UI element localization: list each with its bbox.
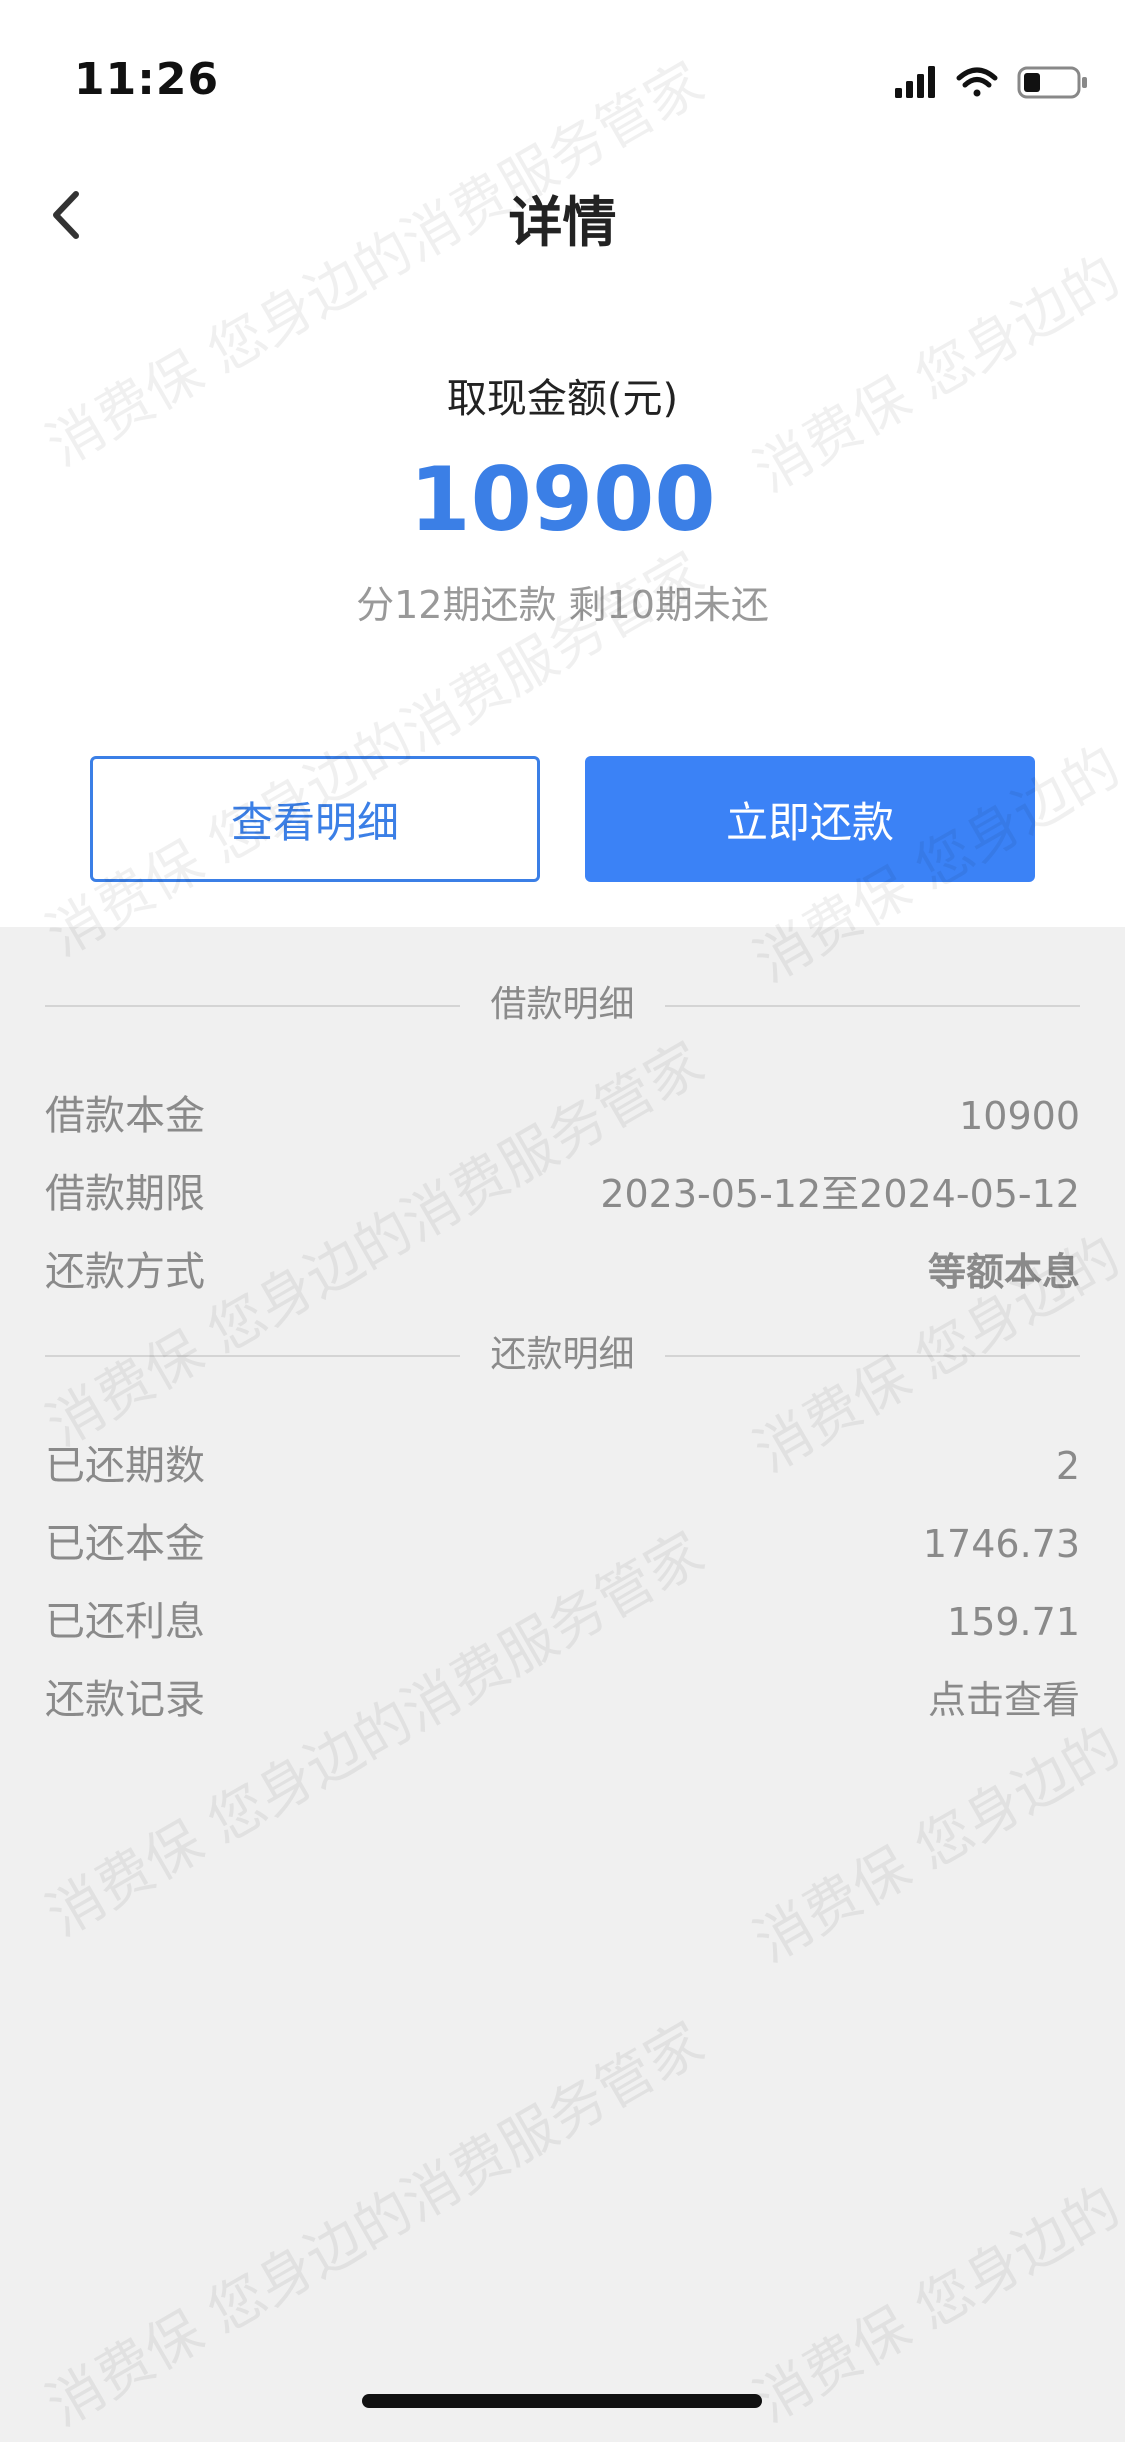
status-time: 11:26 bbox=[74, 54, 220, 105]
view-details-button[interactable]: 查看明细 bbox=[90, 756, 540, 882]
row-label: 已还本金 bbox=[45, 1521, 205, 1567]
header-panel: 11:26 详情 取现金额(元) 10900 分12期还款 剩10期未还 查看明… bbox=[0, 0, 1125, 927]
watermark: 消费保 您身边的消费服务管家 bbox=[36, 1520, 715, 1950]
row-label: 已还期数 bbox=[45, 1443, 205, 1489]
watermark: 消费保 您身边的消费服务管家 bbox=[36, 2010, 715, 2440]
installment-info: 分12期还款 剩10期未还 bbox=[356, 583, 769, 627]
view-records-link[interactable]: 点击查看 bbox=[928, 1670, 1080, 1730]
row-value: 159.71 bbox=[947, 1600, 1080, 1644]
status-icons bbox=[895, 66, 1087, 99]
repay-now-button[interactable]: 立即还款 bbox=[585, 756, 1035, 882]
page-title: 详情 bbox=[508, 191, 617, 254]
row-value: 等额本息 bbox=[927, 1250, 1080, 1294]
detail-row-method: 还款方式 等额本息 bbox=[45, 1242, 1080, 1302]
detail-row-repayment-records[interactable]: 还款记录 点击查看 bbox=[45, 1670, 1080, 1730]
loan-details-divider: 借款明细 bbox=[45, 980, 1080, 1030]
watermark: 消费保 您身边的 bbox=[743, 2174, 1125, 2436]
row-value: 10900 bbox=[959, 1094, 1080, 1138]
row-label: 借款期限 bbox=[45, 1171, 205, 1217]
detail-row-paid-interest: 已还利息 159.71 bbox=[45, 1592, 1080, 1652]
section-title: 还款明细 bbox=[490, 1334, 635, 1375]
detail-row-paid-principal: 已还本金 1746.73 bbox=[45, 1514, 1080, 1574]
battery-icon bbox=[1017, 66, 1087, 99]
detail-row-term: 借款期限 2023-05-12至2024-05-12 bbox=[45, 1164, 1080, 1224]
row-value: 2 bbox=[1055, 1444, 1080, 1488]
row-label: 还款方式 bbox=[45, 1249, 205, 1295]
row-label: 已还利息 bbox=[45, 1599, 205, 1645]
cash-amount: 10900 bbox=[409, 448, 716, 551]
repay-now-label: 立即还款 bbox=[725, 797, 894, 847]
cellular-signal-icon bbox=[895, 66, 935, 98]
view-details-label: 查看明细 bbox=[230, 797, 399, 847]
row-label: 还款记录 bbox=[45, 1677, 205, 1723]
section-title: 借款明细 bbox=[490, 984, 635, 1025]
wifi-icon bbox=[956, 67, 998, 97]
repayment-details-divider: 还款明细 bbox=[45, 1330, 1080, 1380]
watermark: 消费保 您身边的 bbox=[743, 1714, 1125, 1976]
detail-row-principal: 借款本金 10900 bbox=[45, 1086, 1080, 1146]
row-label: 借款本金 bbox=[45, 1093, 205, 1139]
detail-row-paid-periods: 已还期数 2 bbox=[45, 1436, 1080, 1496]
row-value: 2023-05-12至2024-05-12 bbox=[600, 1172, 1080, 1216]
row-value: 1746.73 bbox=[922, 1522, 1080, 1566]
amount-label: 取现金额(元) bbox=[446, 376, 679, 422]
home-indicator bbox=[362, 2394, 762, 2408]
